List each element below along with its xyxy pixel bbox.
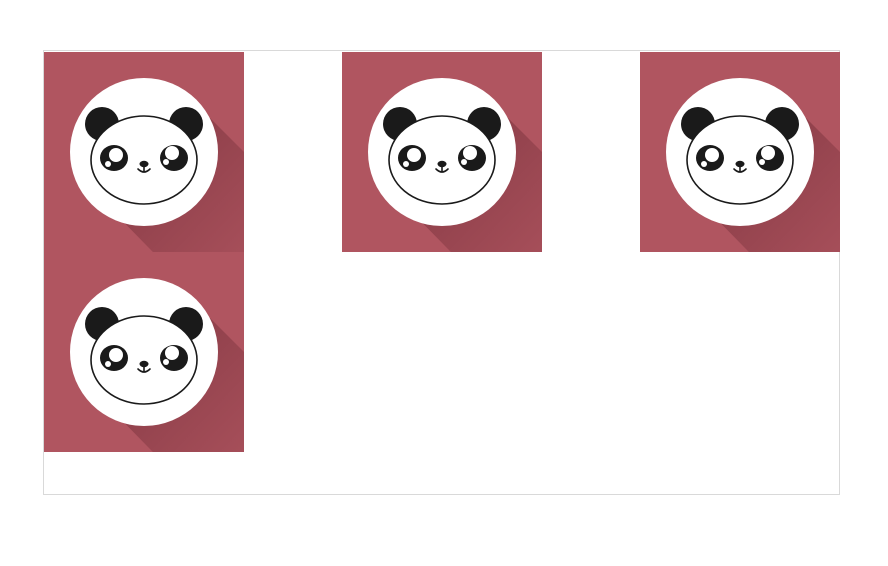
panda-face-icon — [342, 52, 542, 252]
panda-face-icon — [44, 252, 244, 452]
panda-tile[interactable] — [342, 52, 542, 252]
masonry-grid-container — [43, 50, 840, 495]
panda-tile[interactable] — [44, 252, 244, 452]
panda-face-icon — [44, 52, 244, 252]
panda-tile[interactable] — [640, 52, 840, 252]
panda-face-icon — [640, 52, 840, 252]
panda-tile[interactable] — [44, 52, 244, 252]
